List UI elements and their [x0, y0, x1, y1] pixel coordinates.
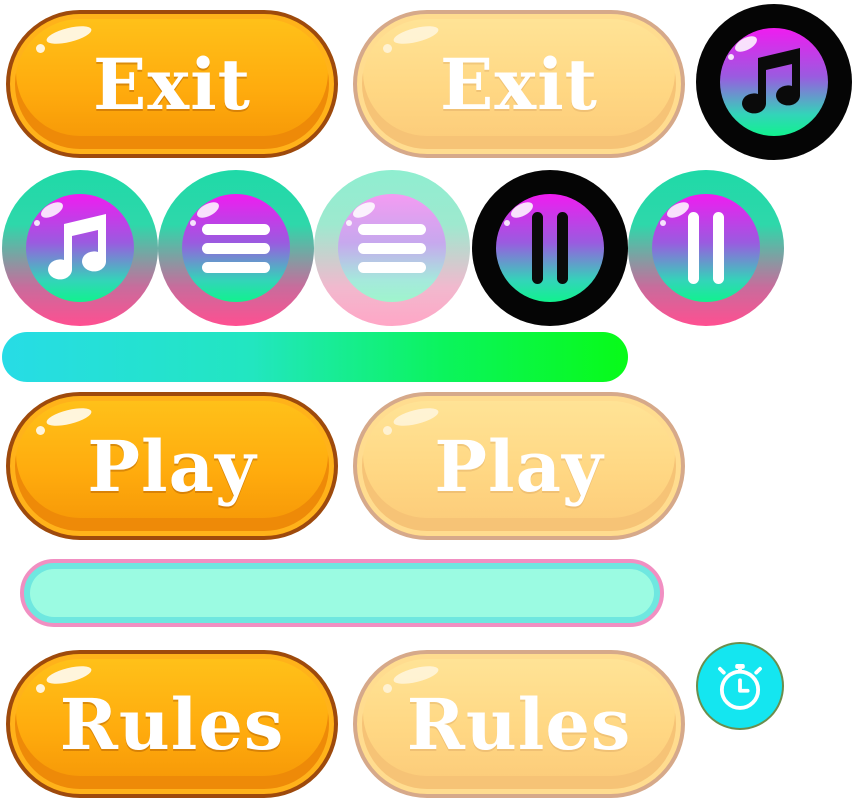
- shine-highlight: [44, 22, 94, 48]
- music-note-icon: [48, 214, 106, 280]
- rules-button[interactable]: Rules: [6, 650, 338, 798]
- rules-button-disabled[interactable]: Rules: [353, 650, 685, 798]
- play-button-label: Play: [87, 424, 257, 508]
- exit-button-label: Exit: [92, 42, 251, 126]
- progress-bar: [2, 332, 628, 382]
- music-button-dark[interactable]: [696, 4, 852, 160]
- exit-button-disabled[interactable]: Exit: [353, 10, 685, 158]
- music-button-light[interactable]: [2, 170, 158, 326]
- shine-dot: [383, 684, 392, 693]
- shine-dot: [383, 426, 392, 435]
- play-button[interactable]: Play: [6, 392, 338, 540]
- menu-button[interactable]: [158, 170, 314, 326]
- exit-button[interactable]: Exit: [6, 10, 338, 158]
- stopwatch-icon: [718, 664, 762, 710]
- text-input-inner: [30, 569, 654, 617]
- shine-dot: [36, 684, 45, 693]
- play-button-disabled-label: Play: [434, 424, 604, 508]
- shine-highlight: [391, 22, 441, 48]
- menu-icon: [358, 224, 426, 273]
- shine-dot: [383, 44, 392, 53]
- shine-dot: [36, 426, 45, 435]
- shine-highlight: [391, 404, 441, 430]
- pause-button-dark[interactable]: [472, 170, 628, 326]
- timer-button[interactable]: [696, 642, 784, 730]
- menu-button-disabled[interactable]: [314, 170, 470, 326]
- exit-button-disabled-label: Exit: [439, 42, 598, 126]
- music-note-icon: [742, 48, 800, 114]
- pause-button-light[interactable]: [628, 170, 784, 326]
- text-input-field[interactable]: [20, 559, 664, 627]
- shine-dot: [36, 44, 45, 53]
- play-button-disabled[interactable]: Play: [353, 392, 685, 540]
- rules-button-label: Rules: [59, 682, 285, 766]
- menu-icon: [202, 224, 270, 273]
- shine-highlight: [44, 404, 94, 430]
- pause-icon: [688, 212, 724, 284]
- rules-button-disabled-label: Rules: [406, 682, 632, 766]
- pause-icon: [532, 212, 568, 284]
